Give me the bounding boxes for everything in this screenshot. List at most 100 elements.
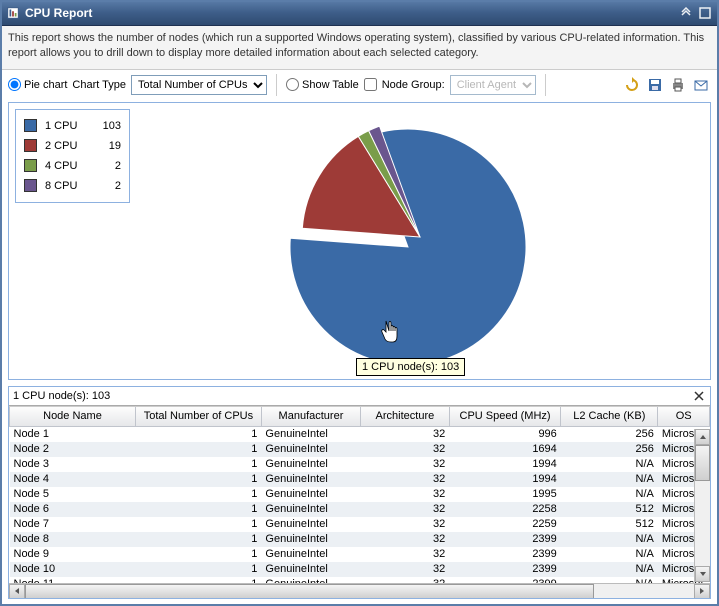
legend: 1 CPU1032 CPU194 CPU28 CPU2 bbox=[15, 109, 130, 203]
table-caption-row: 1 CPU node(s): 103 bbox=[9, 387, 710, 406]
table-row[interactable]: Node 71GenuineIntel322259512Microsof bbox=[10, 517, 710, 532]
vertical-scrollbar[interactable] bbox=[694, 429, 710, 582]
close-icon[interactable] bbox=[692, 389, 706, 403]
table-cell: Node 6 bbox=[10, 502, 136, 517]
table-cell: GenuineIntel bbox=[261, 457, 360, 472]
table-cell: GenuineIntel bbox=[261, 517, 360, 532]
table-cell: 32 bbox=[361, 502, 450, 517]
table-cell: 32 bbox=[361, 457, 450, 472]
legend-label: 8 CPU bbox=[45, 180, 87, 192]
node-group-label: Node Group: bbox=[382, 79, 445, 91]
data-table: Node NameTotal Number of CPUsManufacture… bbox=[9, 407, 710, 583]
pie-chart-radio[interactable]: Pie chart bbox=[8, 78, 67, 91]
table-cell: 32 bbox=[361, 487, 450, 502]
table-cell: 1 bbox=[135, 487, 261, 502]
column-header[interactable]: L2 Cache (KB) bbox=[561, 407, 658, 427]
legend-item[interactable]: 8 CPU2 bbox=[24, 176, 121, 196]
table-cell: 2399 bbox=[449, 532, 561, 547]
scrollbar-thumb[interactable] bbox=[695, 445, 710, 481]
show-table-checkbox[interactable] bbox=[364, 78, 377, 91]
scroll-up-icon[interactable] bbox=[695, 429, 710, 445]
legend-swatch bbox=[24, 159, 37, 172]
print-icon[interactable] bbox=[668, 75, 688, 95]
column-header[interactable]: OS bbox=[658, 407, 710, 427]
table-cell: N/A bbox=[561, 487, 658, 502]
table-cell: 512 bbox=[561, 502, 658, 517]
table-cell: 32 bbox=[361, 442, 450, 457]
table-cell: Node 4 bbox=[10, 472, 136, 487]
legend-swatch bbox=[24, 179, 37, 192]
table-cell: 1 bbox=[135, 472, 261, 487]
table-row[interactable]: Node 81GenuineIntel322399N/AMicrosof bbox=[10, 532, 710, 547]
table-cell: 1 bbox=[135, 532, 261, 547]
table-cell: 1 bbox=[135, 442, 261, 457]
scrollbar-thumb[interactable] bbox=[25, 584, 594, 598]
refresh-icon[interactable] bbox=[622, 75, 642, 95]
table-cell: Node 3 bbox=[10, 457, 136, 472]
pie-slice[interactable] bbox=[290, 129, 526, 365]
column-header[interactable]: Total Number of CPUs bbox=[135, 407, 261, 427]
email-icon[interactable] bbox=[691, 75, 711, 95]
table-cell: GenuineIntel bbox=[261, 427, 360, 442]
table-cell: 1 bbox=[135, 517, 261, 532]
table-row[interactable]: Node 31GenuineIntel321994N/AMicrosof bbox=[10, 457, 710, 472]
legend-label: 2 CPU bbox=[45, 140, 87, 152]
table-cell: N/A bbox=[561, 457, 658, 472]
pie-chart-radio-input[interactable] bbox=[8, 78, 21, 91]
table-cell: 996 bbox=[449, 427, 561, 442]
show-table-radio-input[interactable] bbox=[286, 78, 299, 91]
report-description: This report shows the number of nodes (w… bbox=[0, 26, 719, 70]
table-cell: 32 bbox=[361, 472, 450, 487]
chart-area: 1 CPU1032 CPU194 CPU28 CPU2 1 CPU node(s… bbox=[8, 102, 711, 380]
table-cell: Node 5 bbox=[10, 487, 136, 502]
table-cell: 1994 bbox=[449, 457, 561, 472]
table-cell: GenuineIntel bbox=[261, 532, 360, 547]
column-header[interactable]: Node Name bbox=[10, 407, 136, 427]
table-cell: 32 bbox=[361, 562, 450, 577]
chart-type-select[interactable]: Total Number of CPUs bbox=[131, 75, 267, 95]
table-row[interactable]: Node 51GenuineIntel321995N/AMicrosof bbox=[10, 487, 710, 502]
column-header[interactable]: Architecture bbox=[361, 407, 450, 427]
table-cell: 1 bbox=[135, 547, 261, 562]
table-row[interactable]: Node 101GenuineIntel322399N/AMicrosof bbox=[10, 562, 710, 577]
legend-value: 103 bbox=[95, 120, 121, 132]
table-cell: 1694 bbox=[449, 442, 561, 457]
table-cell: Node 2 bbox=[10, 442, 136, 457]
table-row[interactable]: Node 61GenuineIntel322258512Microsof bbox=[10, 502, 710, 517]
legend-item[interactable]: 4 CPU2 bbox=[24, 156, 121, 176]
chart-type-label: Chart Type bbox=[72, 79, 126, 91]
table-cell: 1 bbox=[135, 427, 261, 442]
table-cell: 256 bbox=[561, 427, 658, 442]
table-cell: Node 9 bbox=[10, 547, 136, 562]
table-cell: 512 bbox=[561, 517, 658, 532]
scroll-right-icon[interactable] bbox=[694, 584, 710, 598]
table-cell: 32 bbox=[361, 532, 450, 547]
table-row[interactable]: Node 11GenuineIntel32996256Microsof bbox=[10, 427, 710, 442]
table-cell: 256 bbox=[561, 442, 658, 457]
show-table-radio[interactable]: Show Table bbox=[286, 78, 359, 91]
pie-chart[interactable] bbox=[279, 111, 549, 374]
column-header[interactable]: Manufacturer bbox=[261, 407, 360, 427]
scroll-down-icon[interactable] bbox=[695, 566, 710, 582]
column-header[interactable]: CPU Speed (MHz) bbox=[449, 407, 561, 427]
table-cell: 2399 bbox=[449, 547, 561, 562]
table-panel: 1 CPU node(s): 103 Node NameTotal Number… bbox=[8, 386, 711, 599]
save-icon[interactable] bbox=[645, 75, 665, 95]
legend-item[interactable]: 1 CPU103 bbox=[24, 116, 121, 136]
table-cell: 2258 bbox=[449, 502, 561, 517]
horizontal-scrollbar[interactable] bbox=[9, 583, 710, 598]
table-cell: Node 7 bbox=[10, 517, 136, 532]
scroll-left-icon[interactable] bbox=[9, 584, 25, 598]
chart-tooltip: 1 CPU node(s): 103 bbox=[356, 358, 465, 376]
maximize-icon[interactable] bbox=[697, 5, 713, 21]
node-group-select: Client Agent bbox=[450, 75, 536, 95]
legend-swatch bbox=[24, 119, 37, 132]
collapse-icon[interactable] bbox=[678, 5, 694, 21]
legend-item[interactable]: 2 CPU19 bbox=[24, 136, 121, 156]
table-row[interactable]: Node 41GenuineIntel321994N/AMicrosof bbox=[10, 472, 710, 487]
table-row[interactable]: Node 91GenuineIntel322399N/AMicrosof bbox=[10, 547, 710, 562]
table-cell: 1 bbox=[135, 562, 261, 577]
legend-label: 4 CPU bbox=[45, 160, 87, 172]
report-icon bbox=[6, 6, 20, 20]
table-row[interactable]: Node 21GenuineIntel321694256Microsof bbox=[10, 442, 710, 457]
